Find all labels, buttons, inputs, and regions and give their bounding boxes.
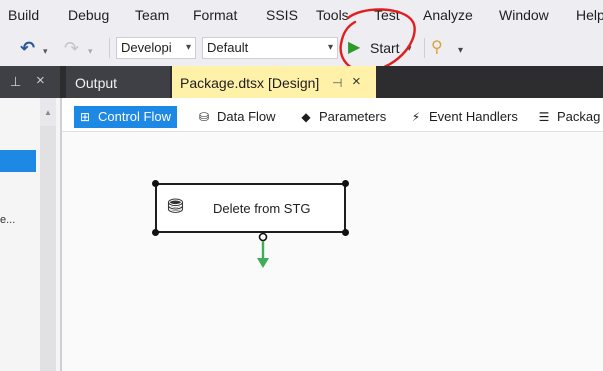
precedence-constraint-arrow[interactable] — [0, 0, 603, 371]
